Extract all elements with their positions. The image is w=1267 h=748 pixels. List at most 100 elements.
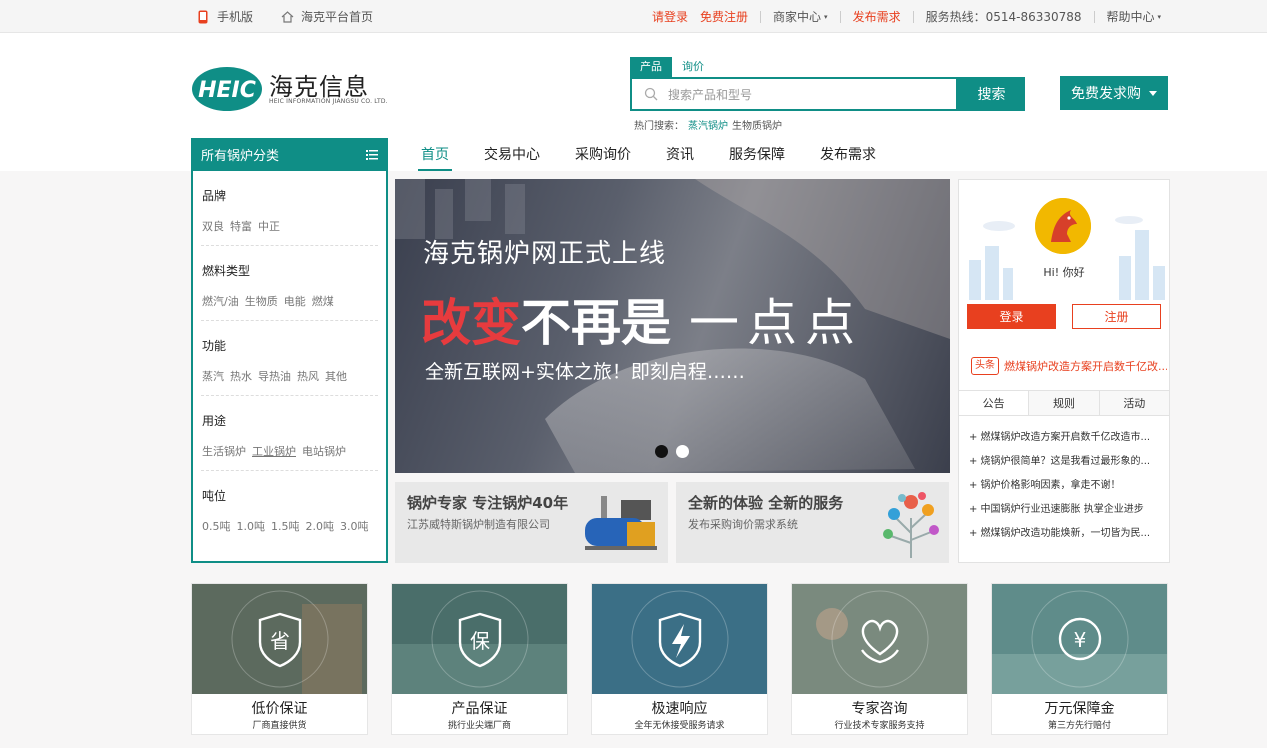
register-link[interactable]: 免费注册 xyxy=(700,8,748,25)
category-group-function: 功能 蒸汽 热水 导热油 热风 其他 xyxy=(201,321,378,396)
user-side-panel: Hi! 你好 登录 注册 头条 燃煤锅炉改造方案开启数千亿改... 公告 规则 … xyxy=(958,179,1170,563)
login-link[interactable]: 请登录 xyxy=(652,8,688,25)
home-icon xyxy=(281,10,294,23)
carousel-dot[interactable] xyxy=(676,445,689,458)
service-card-fast-response[interactable]: 极速响应 全年无休接受服务请求 xyxy=(591,583,768,735)
category-header[interactable]: 所有锅炉分类 xyxy=(191,138,388,171)
banner-slogan-red: 改变 xyxy=(421,294,521,352)
search-tab-inquiry[interactable]: 询价 xyxy=(672,57,714,77)
category-link[interactable]: 热水 xyxy=(230,368,252,384)
service-card-deposit[interactable]: ¥ 万元保障金 第三方先行赔付 xyxy=(991,583,1168,735)
category-link[interactable]: 1.5吨 xyxy=(271,518,300,534)
category-link[interactable]: 燃煤 xyxy=(312,293,334,309)
hot-search-label: 热门搜索： xyxy=(634,121,684,132)
category-group-fuel: 燃料类型 燃汽/油 生物质 电能 燃煤 xyxy=(201,246,378,321)
logo-name: 海克信息 xyxy=(269,73,369,101)
tab-announcement[interactable]: 公告 xyxy=(959,391,1029,415)
nav-purchase-inquiry[interactable]: 采购询价 xyxy=(572,141,634,171)
site-logo[interactable]: HEIC 海克信息 HEIC INFORMATION JIANGSU CO. L… xyxy=(191,61,388,117)
promo-new-experience[interactable]: 全新的体验 全新的服务 发布采购询价需求系统 xyxy=(676,482,949,563)
category-link[interactable]: 0.5吨 xyxy=(202,518,231,534)
category-link[interactable]: 燃汽/油 xyxy=(202,293,239,309)
category-link[interactable]: 电能 xyxy=(284,293,306,309)
service-image xyxy=(792,584,967,694)
promo-title: 锅炉专家 专注锅炉40年 xyxy=(407,494,569,512)
banner-slogan: 改变不再是 一点点 xyxy=(421,283,863,355)
category-link[interactable]: 导热油 xyxy=(258,368,291,384)
help-center-label: 帮助中心 xyxy=(1106,10,1155,24)
main-nav: 首页 交易中心 采购询价 资讯 服务保障 发布需求 xyxy=(418,141,908,171)
service-image xyxy=(592,584,767,694)
search-tabs: 产品 询价 xyxy=(630,57,714,77)
category-link[interactable]: 特富 xyxy=(230,218,252,234)
category-link[interactable]: 蒸汽 xyxy=(202,368,224,384)
notice-item[interactable]: + 燃煤锅炉改造方案开启数千亿改造市... xyxy=(969,426,1165,450)
service-subtitle: 行业技术专家服务支持 xyxy=(834,721,925,731)
publish-demand-link[interactable]: 发布需求 xyxy=(853,8,901,25)
phone-icon xyxy=(198,10,208,23)
carousel-dots xyxy=(655,445,689,458)
nav-service[interactable]: 服务保障 xyxy=(726,141,788,171)
notice-tabs: 公告 规则 活动 xyxy=(959,390,1169,416)
service-card-expert-consult[interactable]: 专家咨询 行业技术专家服务支持 xyxy=(791,583,968,735)
headline-news[interactable]: 头条 燃煤锅炉改造方案开启数千亿改... xyxy=(971,357,1167,375)
promo-boiler-expert[interactable]: 锅炉专家 专注锅炉40年 江苏威特斯锅炉制造有限公司 xyxy=(395,482,668,563)
category-link[interactable]: 电站锅炉 xyxy=(302,443,346,459)
free-post-request-button[interactable]: 免费发求购 xyxy=(1060,76,1168,110)
category-link[interactable]: 双良 xyxy=(202,218,224,234)
service-card-product-guarantee[interactable]: 保 产品保证 挑行业尖端厂商 xyxy=(391,583,568,735)
service-image: ¥ xyxy=(992,584,1167,694)
category-group-title: 品牌 xyxy=(202,189,227,203)
promo-subtitle: 江苏威特斯锅炉制造有限公司 xyxy=(407,518,550,531)
search-button[interactable]: 搜索 xyxy=(958,77,1025,111)
hot-search-link[interactable]: 生物质锅炉 xyxy=(732,117,782,132)
category-title: 所有锅炉分类 xyxy=(201,149,280,164)
nav-home[interactable]: 首页 xyxy=(418,141,452,171)
nav-trade-center[interactable]: 交易中心 xyxy=(481,141,543,171)
chevron-down-icon: ▾ xyxy=(1157,12,1162,21)
category-link[interactable]: 生活锅炉 xyxy=(202,443,246,459)
category-link[interactable]: 1.0吨 xyxy=(237,518,266,534)
mobile-label: 手机版 xyxy=(217,10,254,24)
tab-rules[interactable]: 规则 xyxy=(1028,391,1099,415)
search-tab-product[interactable]: 产品 xyxy=(630,57,672,77)
tab-activity[interactable]: 活动 xyxy=(1098,391,1169,415)
carousel-dot[interactable] xyxy=(655,445,668,458)
merchant-center-label: 商家中心 xyxy=(773,10,822,24)
boiler-image xyxy=(585,496,657,550)
service-title: 万元保障金 xyxy=(1044,701,1115,717)
search-input[interactable]: 搜索产品和型号 xyxy=(630,77,958,111)
nav-publish-demand[interactable]: 发布需求 xyxy=(817,141,879,171)
category-link[interactable]: 其他 xyxy=(325,368,347,384)
user-avatar[interactable] xyxy=(1035,198,1091,254)
nav-news[interactable]: 资讯 xyxy=(663,141,697,171)
hero-banner[interactable]: 海克锅炉网正式上线 改变不再是 一点点 全新互联网+实体之旅！即刻启程…… xyxy=(395,179,950,473)
mobile-link[interactable]: 手机版 xyxy=(198,8,253,25)
service-title: 专家咨询 xyxy=(851,701,908,717)
headline-tag: 头条 xyxy=(971,357,999,375)
merchant-center-menu[interactable]: 商家中心 ▾ xyxy=(773,8,828,25)
platform-home-link[interactable]: 海克平台首页 xyxy=(281,8,373,25)
notice-item[interactable]: + 烧锅炉很简单？这是我看过最形象的... xyxy=(969,450,1165,474)
category-link[interactable]: 工业锅炉 xyxy=(252,443,296,459)
register-button[interactable]: 注册 xyxy=(1072,304,1161,329)
category-link[interactable]: 生物质 xyxy=(245,293,278,309)
help-center-menu[interactable]: 帮助中心 ▾ xyxy=(1107,8,1162,25)
category-link[interactable]: 3.0吨 xyxy=(340,518,369,534)
divider xyxy=(760,10,762,23)
horse-logo-icon xyxy=(1035,198,1091,254)
service-card-low-price[interactable]: 省 低价保证 厂商直接供货 xyxy=(191,583,368,735)
notice-item[interactable]: + 燃煤锅炉改造功能焕新，一切皆为民... xyxy=(969,522,1165,546)
hot-search-link[interactable]: 蒸汽锅炉 xyxy=(688,117,728,132)
notice-item[interactable]: + 锅炉价格影响因素，拿走不谢！ xyxy=(969,474,1165,498)
login-button[interactable]: 登录 xyxy=(967,304,1056,329)
service-subtitle: 全年无休接受服务请求 xyxy=(634,721,725,731)
search-placeholder: 搜索产品和型号 xyxy=(668,87,753,102)
category-link[interactable]: 热风 xyxy=(297,368,319,384)
category-link[interactable]: 2.0吨 xyxy=(306,518,335,534)
category-group-title: 燃料类型 xyxy=(202,264,251,278)
logo-subtitle: HEIC INFORMATION JIANGSU CO. LTD. xyxy=(269,98,388,105)
category-link[interactable]: 中正 xyxy=(258,218,280,234)
category-group-brand: 品牌 双良 特富 中正 xyxy=(201,171,378,246)
notice-item[interactable]: + 中国锅炉行业迅速膨胀 执掌企业进步 xyxy=(969,498,1165,522)
